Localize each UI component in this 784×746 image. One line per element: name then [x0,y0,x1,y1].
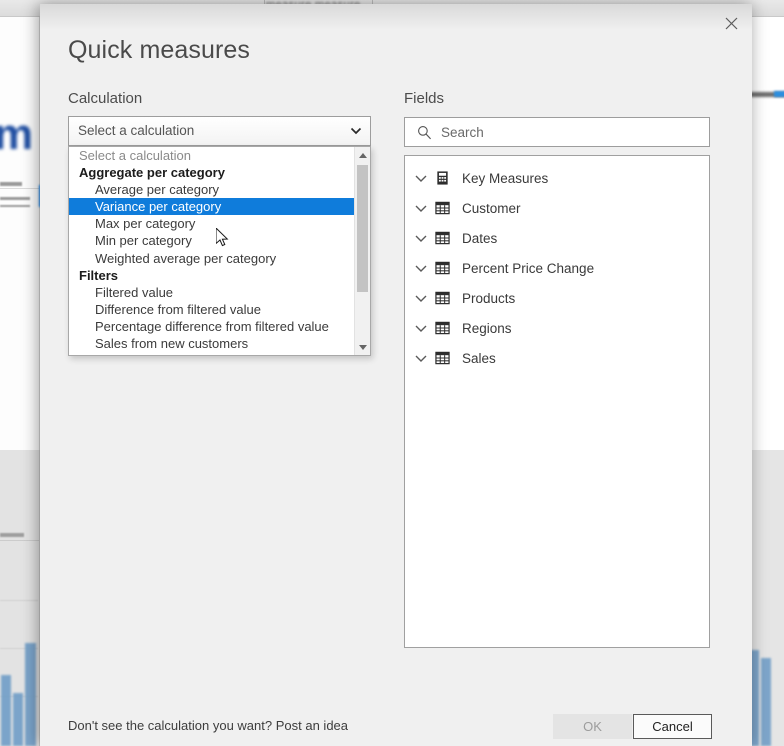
chevron-down-icon [415,295,427,302]
fields-section-label: Fields [404,90,445,107]
dialog-header-gradient [40,4,752,30]
chevron-down-icon [415,175,427,182]
footer-prompt-text: Don't see the calculation you want? [68,718,276,733]
background-text-line [0,205,30,207]
chevron-down-icon [350,127,362,135]
field-table-label: Key Measures [462,170,549,186]
chevron-down-icon [415,325,427,332]
dropdown-group-header: Filters [79,267,119,283]
table-icon [435,231,450,245]
field-table-row[interactable]: Customer [405,193,709,223]
search-input[interactable]: Search [404,117,710,147]
search-icon [418,126,432,140]
ok-button[interactable]: OK [553,714,632,739]
field-table-row[interactable]: Percent Price Change [405,253,709,283]
background-logo-text: m [0,110,33,159]
footer-prompt: Don't see the calculation you want? Post… [68,718,348,733]
field-table-row[interactable]: Products [405,283,709,313]
calculation-section-label: Calculation [68,90,143,107]
dropdown-option[interactable]: Percentage difference from filtered valu… [69,318,354,335]
dropdown-option[interactable]: Max per category [69,215,354,232]
field-table-label: Customer [462,200,521,216]
chevron-down-icon [415,205,427,212]
field-table-row[interactable]: Regions [405,313,709,343]
table-icon [435,321,450,335]
calculator-icon [437,171,448,185]
field-table-label: Sales [462,350,496,366]
close-glyph [725,17,737,29]
dropdown-option[interactable]: Filtered value [69,284,354,301]
field-table-row[interactable]: Dates [405,223,709,253]
quick-measures-dialog: Quick measures Calculation Fields Select… [40,4,752,746]
table-icon [435,201,450,215]
dropdown-option[interactable]: Sales from new customers [69,335,354,352]
fields-list[interactable]: Key Measures Customer Dates Percent Price C… [404,155,710,648]
calculation-select[interactable]: Select a calculation [68,116,371,146]
scroll-down-icon[interactable] [355,339,370,355]
dropdown-option[interactable]: Min per category [69,232,354,249]
cancel-button[interactable]: Cancel [633,714,712,739]
scroll-up-icon[interactable] [355,147,370,163]
dropdown-option[interactable]: Select a calculation [69,147,354,164]
table-icon [435,351,450,365]
post-an-idea-link[interactable]: Post an idea [276,718,348,733]
calculation-dropdown-list[interactable]: Select a calculation Aggregate per catego… [68,146,371,356]
dropdown-group-header: Time intelligence [69,352,354,355]
background-text-line [0,197,30,200]
dropdown-option[interactable]: Average per category [69,181,354,198]
page-title: Quick measures [68,36,251,64]
dropdown-options-container: Select a calculation Aggregate per catego… [69,147,354,355]
field-table-row[interactable]: Sales [405,343,709,373]
dropdown-scrollbar[interactable] [354,147,370,355]
chevron-down-icon [415,235,427,242]
triangle-down-glyph [358,344,367,350]
field-table-label: Dates [462,230,498,246]
scrollbar-thumb[interactable] [357,165,368,292]
table-icon [435,261,450,275]
field-table-label: Regions [462,320,512,336]
dropdown-group-header: Aggregate per category [79,165,225,181]
background-text-line [0,182,22,186]
calculation-select-value: Select a calculation [78,123,195,138]
field-table-label: Products [462,290,516,306]
chevron-down-icon [415,265,427,272]
field-table-row[interactable]: Key Measures [405,163,709,193]
table-icon [435,291,450,305]
dropdown-option[interactable]: Weighted average per category [69,250,354,267]
background-divider [0,188,39,189]
dropdown-option[interactable]: Variance per category [69,198,354,216]
close-icon[interactable] [712,7,750,39]
chevron-down-icon [415,355,427,362]
triangle-up-glyph [358,152,367,158]
background-tab-active [774,91,784,97]
dropdown-option[interactable]: Difference from filtered value [69,301,354,318]
search-placeholder-text: Search [441,125,484,140]
field-table-label: Percent Price Change [462,260,595,276]
